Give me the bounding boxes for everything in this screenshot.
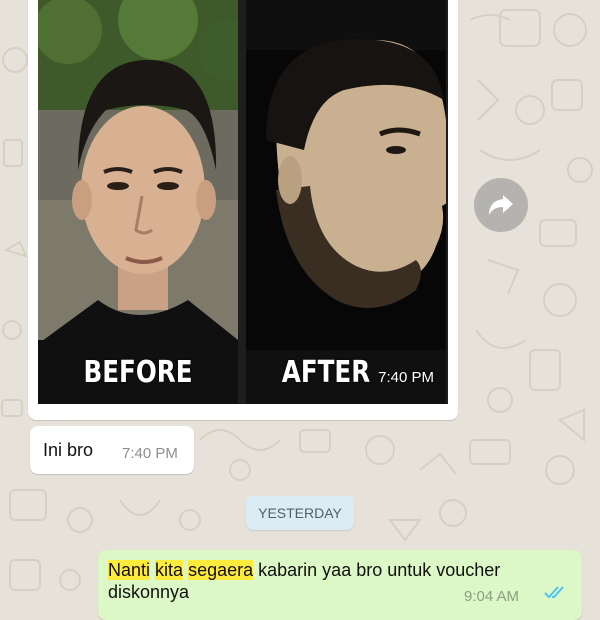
forward-button[interactable] (474, 178, 528, 232)
before-photo-illustration (38, 0, 238, 404)
date-separator: YESTERDAY (246, 496, 354, 530)
message-timestamp: 7:40 PM (122, 445, 178, 462)
before-label: BEFORE (83, 355, 193, 390)
before-after-photo[interactable]: BEFORE AFTER 7:40 PM (38, 0, 448, 404)
search-highlight: Nanti (108, 560, 151, 580)
incoming-message-bubble[interactable]: Ini bro 7:40 PM (30, 426, 194, 474)
double-check-icon (544, 586, 564, 599)
search-highlight: kita (155, 560, 184, 580)
outgoing-message-bubble[interactable]: Nanti kita segaera kabarin yaa bro untuk… (98, 550, 582, 620)
image-message-bubble[interactable]: BEFORE AFTER 7:40 PM (28, 0, 458, 420)
after-label: AFTER (281, 355, 371, 390)
message-text: Ini bro (43, 440, 94, 460)
search-highlight: segaera (188, 560, 254, 580)
before-panel: BEFORE (38, 0, 238, 404)
image-timestamp: 7:40 PM (378, 369, 434, 386)
forward-arrow-icon (489, 195, 513, 215)
after-panel: AFTER (246, 0, 446, 404)
outgoing-timestamp: 9:04 AM (464, 588, 520, 605)
after-photo-illustration (246, 0, 446, 404)
